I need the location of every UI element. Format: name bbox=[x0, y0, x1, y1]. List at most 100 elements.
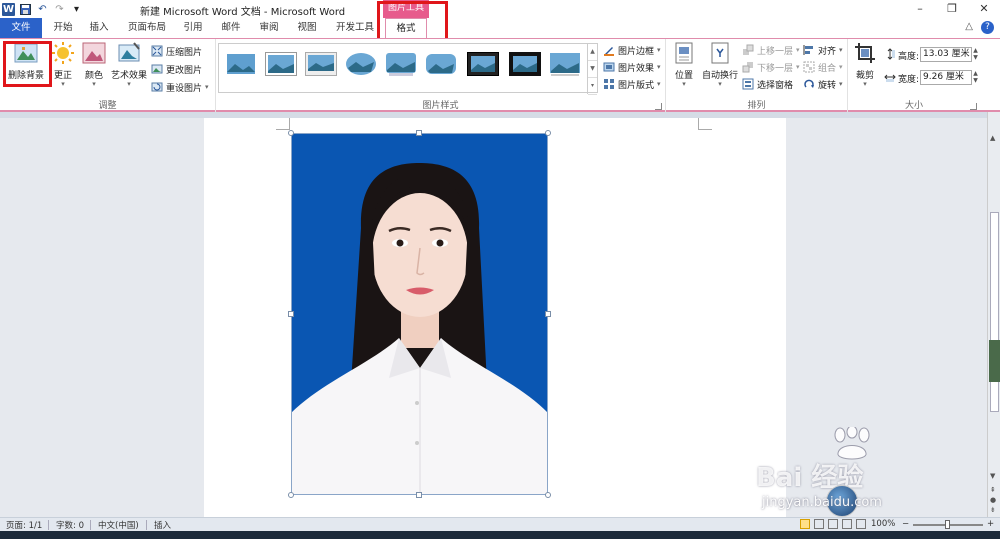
scroll-up-icon[interactable]: ▲ bbox=[990, 134, 995, 142]
reset-picture-button[interactable]: 重设图片 ▾ bbox=[151, 80, 209, 94]
style-thumb[interactable] bbox=[385, 52, 417, 76]
align-button[interactable]: 对齐 ▾ bbox=[803, 43, 843, 57]
resize-handle[interactable] bbox=[545, 492, 551, 498]
gallery-more-icon[interactable]: ▾ bbox=[588, 78, 597, 95]
margin-mark bbox=[276, 118, 290, 130]
picture-layout-label: 图片版式 bbox=[618, 80, 655, 91]
draft-icon[interactable] bbox=[856, 519, 866, 529]
resize-handle[interactable] bbox=[416, 492, 422, 498]
corrections-button[interactable]: 更正 ▾ bbox=[50, 41, 76, 88]
zoom-in-button[interactable]: + bbox=[987, 519, 994, 529]
gallery-up-icon[interactable]: ▲ bbox=[588, 44, 597, 61]
resize-handle[interactable] bbox=[288, 130, 294, 136]
style-thumb[interactable] bbox=[509, 52, 541, 76]
prev-page-icon[interactable]: ⇞ bbox=[990, 486, 996, 494]
compress-pictures-button[interactable]: 压缩图片 bbox=[151, 44, 202, 58]
change-picture-button[interactable]: 更改图片 bbox=[151, 62, 202, 76]
wrap-text-button[interactable]: 自动换行 ▾ bbox=[700, 41, 740, 88]
color-button[interactable]: 颜色 ▾ bbox=[80, 41, 108, 88]
print-layout-icon[interactable] bbox=[800, 519, 810, 529]
tab-references[interactable]: 引用 bbox=[180, 18, 206, 38]
reset-picture-label: 重设图片 bbox=[166, 83, 203, 94]
style-thumb[interactable] bbox=[425, 52, 457, 76]
gallery-down-icon[interactable]: ▼ bbox=[588, 61, 597, 78]
picture-styles-launcher-icon[interactable] bbox=[655, 103, 662, 110]
outline-icon[interactable] bbox=[842, 519, 852, 529]
style-thumb[interactable] bbox=[345, 52, 377, 76]
zoom-out-button[interactable]: − bbox=[902, 519, 909, 529]
crop-button[interactable]: 裁剪 ▾ bbox=[852, 41, 878, 88]
next-page-icon[interactable]: ⇟ bbox=[990, 506, 996, 514]
selection-pane-button[interactable]: 选择窗格 bbox=[742, 77, 793, 91]
bring-forward-button[interactable]: 上移一层 ▾ bbox=[742, 43, 800, 57]
scroll-down-icon[interactable]: ▼ bbox=[990, 472, 995, 480]
minimize-button[interactable]: – bbox=[904, 0, 936, 18]
ribbon: 删除背景 更正 ▾ 颜色 ▾ 艺术效果 ▾ 压缩图片 更改图片 重设图片 ▾ 调… bbox=[0, 38, 1000, 113]
position-icon bbox=[672, 41, 696, 65]
tab-insert[interactable]: 插入 bbox=[86, 18, 112, 38]
save-icon[interactable] bbox=[19, 3, 32, 16]
side-tab[interactable] bbox=[989, 340, 1000, 382]
undo-icon[interactable]: ↶ bbox=[36, 3, 49, 16]
resize-handle[interactable] bbox=[545, 311, 551, 317]
view-buttons bbox=[800, 519, 866, 529]
help-icon[interactable]: ? bbox=[981, 21, 994, 34]
ribbon-controls: △ ? bbox=[965, 21, 994, 34]
rotate-button[interactable]: 旋转 ▾ bbox=[803, 77, 843, 91]
word-count[interactable]: 字数: 0 bbox=[56, 519, 84, 531]
close-button[interactable]: ✕ bbox=[968, 0, 1000, 18]
language-indicator[interactable]: 中文(中国) bbox=[98, 519, 139, 531]
resize-handle[interactable] bbox=[288, 492, 294, 498]
group-button[interactable]: 组合 ▾ bbox=[803, 60, 843, 74]
style-thumb[interactable] bbox=[305, 52, 337, 76]
style-thumb-selected[interactable] bbox=[467, 52, 499, 76]
height-input[interactable]: 13.03 厘米 bbox=[920, 47, 972, 62]
page-count[interactable]: 页面: 1/1 bbox=[6, 519, 42, 531]
full-screen-icon[interactable] bbox=[814, 519, 824, 529]
word-logo-icon[interactable]: W bbox=[2, 2, 15, 16]
picture-layout-button[interactable]: 图片版式 ▾ bbox=[603, 77, 661, 91]
picture-effects-icon bbox=[603, 62, 615, 72]
resize-handle[interactable] bbox=[416, 130, 422, 136]
tab-view[interactable]: 视图 bbox=[294, 18, 320, 38]
width-spinner[interactable]: ▲ ▼ bbox=[971, 70, 980, 85]
width-input[interactable]: 9.26 厘米 bbox=[920, 70, 972, 85]
tab-file[interactable]: 文件 bbox=[0, 18, 42, 38]
insert-mode[interactable]: 插入 bbox=[154, 519, 171, 531]
resize-handle[interactable] bbox=[545, 130, 551, 136]
tab-developer[interactable]: 开发工具 bbox=[332, 18, 378, 38]
tab-review[interactable]: 审阅 bbox=[256, 18, 282, 38]
zoom-slider-knob[interactable] bbox=[945, 520, 950, 529]
style-thumb[interactable] bbox=[265, 52, 297, 76]
restore-button[interactable]: ❐ bbox=[936, 0, 968, 18]
style-thumb[interactable] bbox=[225, 52, 257, 76]
artistic-effects-button[interactable]: 艺术效果 ▾ bbox=[110, 41, 148, 88]
redo-icon[interactable]: ↷ bbox=[53, 3, 66, 16]
vertical-scrollbar[interactable]: ▲ ▼ ⇞ ● ⇟ bbox=[987, 112, 1000, 517]
style-thumb[interactable] bbox=[549, 52, 581, 76]
send-backward-button[interactable]: 下移一层 ▾ bbox=[742, 60, 800, 74]
resize-handle[interactable] bbox=[288, 311, 294, 317]
select-browse-icon[interactable]: ● bbox=[990, 496, 996, 504]
picture-effects-button[interactable]: 图片效果 ▾ bbox=[603, 60, 661, 74]
document-page[interactable] bbox=[204, 118, 786, 517]
customize-qat-icon[interactable]: ▾ bbox=[70, 3, 83, 16]
change-picture-label: 更改图片 bbox=[166, 65, 203, 76]
tab-mailings[interactable]: 邮件 bbox=[218, 18, 244, 38]
tab-home[interactable]: 开始 bbox=[50, 18, 76, 38]
document-workspace bbox=[0, 118, 987, 517]
minimize-ribbon-icon[interactable]: △ bbox=[965, 21, 973, 34]
crop-icon bbox=[853, 41, 877, 65]
tab-page-layout[interactable]: 页面布局 bbox=[124, 18, 170, 38]
gallery-scroll[interactable]: ▲ ▼ ▾ bbox=[587, 44, 597, 95]
web-layout-icon[interactable] bbox=[828, 519, 838, 529]
size-launcher-icon[interactable] bbox=[970, 103, 977, 110]
sun-icon bbox=[51, 41, 75, 65]
picture-border-button[interactable]: 图片边框 ▾ bbox=[603, 43, 661, 57]
status-bar: 页面: 1/1 字数: 0 中文(中国) 插入 100% − + bbox=[0, 517, 1000, 531]
scroll-thumb[interactable] bbox=[990, 212, 999, 412]
arrange-group: 位置 ▾ 自动换行 ▾ 上移一层 ▾ 下移一层 ▾ 选择窗格 对齐 ▾ 组合 ▾… bbox=[666, 39, 848, 113]
zoom-level[interactable]: 100% bbox=[871, 519, 895, 529]
height-spinner[interactable]: ▲ ▼ bbox=[971, 47, 980, 62]
position-button[interactable]: 位置 ▾ bbox=[670, 41, 698, 88]
